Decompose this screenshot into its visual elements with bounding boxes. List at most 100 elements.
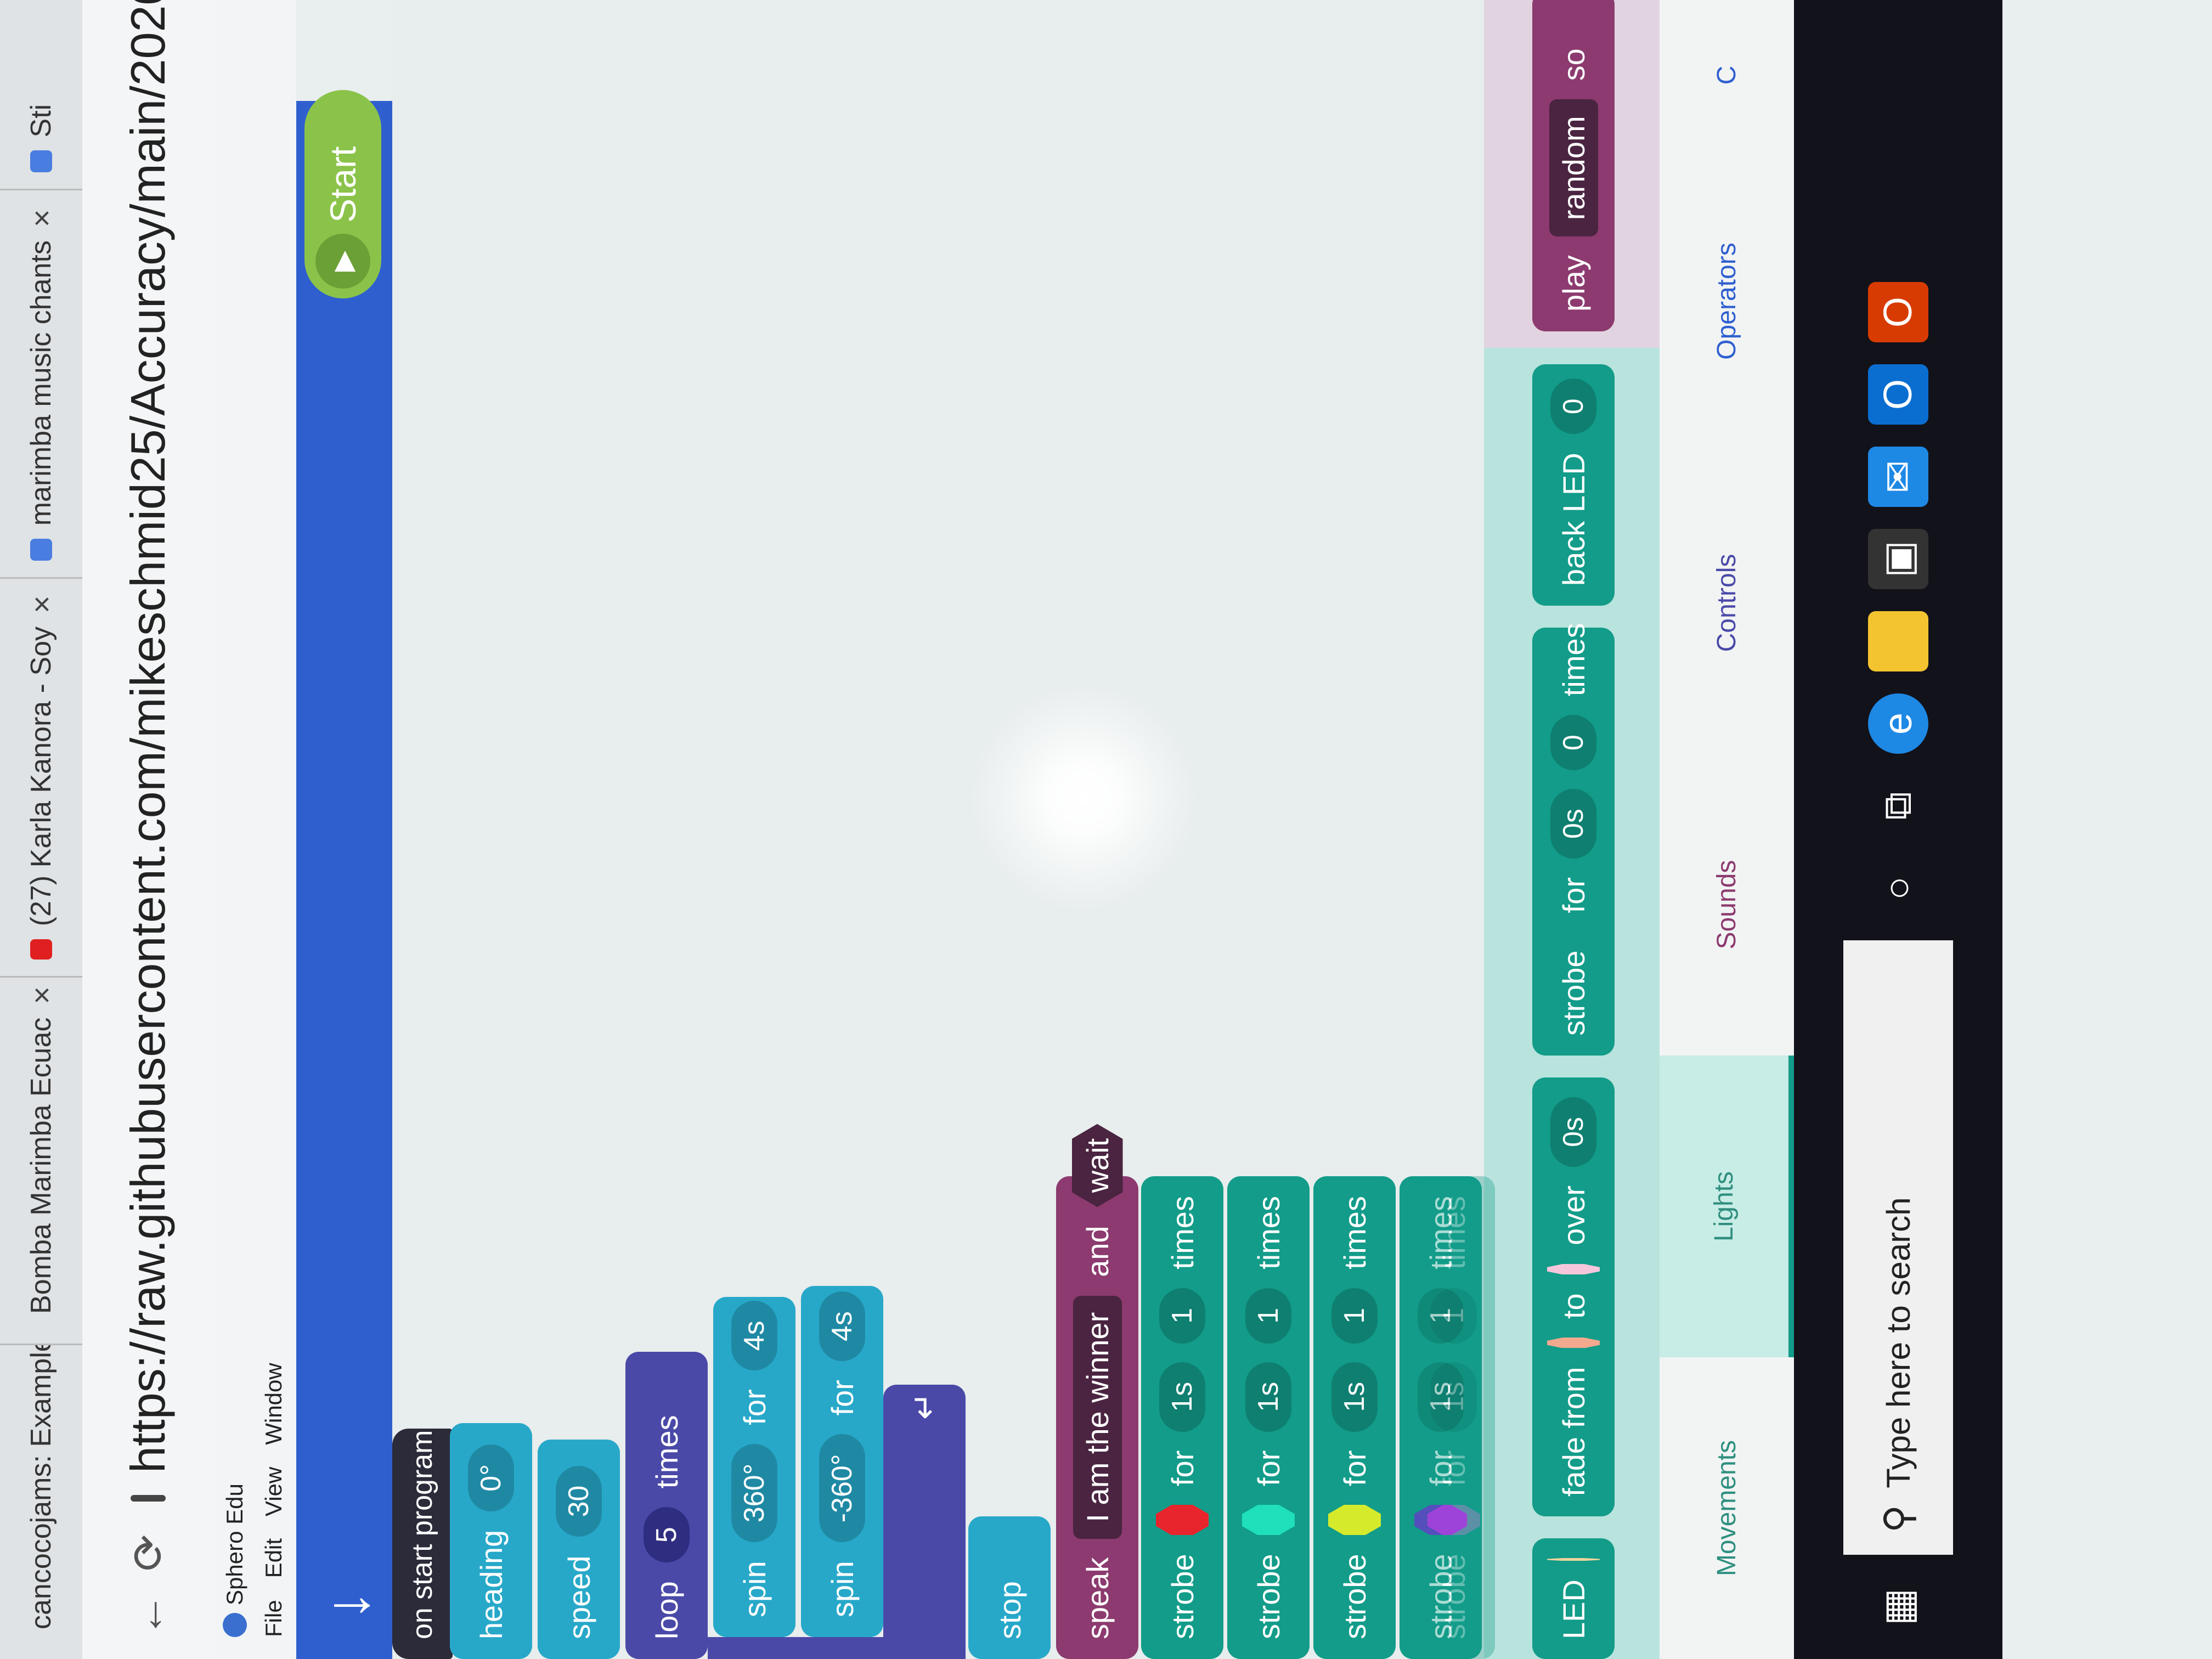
start-label: Start	[323, 146, 363, 223]
file-explorer-icon[interactable]	[1868, 611, 1928, 672]
heading-block[interactable]: heading 0°	[450, 1423, 532, 1659]
heading-value[interactable]: 0°	[468, 1444, 514, 1511]
fade-from-swatch[interactable]	[1547, 1338, 1600, 1348]
strobe-color-swatch[interactable]	[1427, 1505, 1480, 1535]
menu-edit[interactable]: Edit	[261, 1538, 287, 1578]
tab-more[interactable]: C	[1660, 0, 1794, 150]
tab-controls[interactable]: Controls	[1660, 452, 1794, 754]
browser-tab[interactable]: Sti	[0, 0, 82, 189]
tab-movements[interactable]: Movements	[1660, 1357, 1794, 1659]
spin-label: spin	[825, 1561, 860, 1617]
outlook-icon[interactable]: O	[1868, 364, 1928, 425]
strobe-palette-block[interactable]: strobe for 0s 0 times	[1532, 623, 1615, 1056]
tab-close-icon[interactable]: ×	[24, 209, 59, 227]
browser-tab[interactable]: marimba music chants ×	[0, 189, 82, 578]
menu-file[interactable]: File	[261, 1600, 287, 1637]
tab-label: (27) Karla Kanora - Soy	[25, 626, 57, 927]
tab-close-icon[interactable]: ×	[24, 595, 59, 613]
strobe-label: strobe	[1337, 1554, 1372, 1639]
strobe-for-label: for	[1251, 1450, 1286, 1486]
office-icon[interactable]: O	[1868, 282, 1928, 342]
browser-tab[interactable]: cancocojams: Example ×	[0, 1343, 82, 1659]
speak-and-label: and	[1080, 1226, 1115, 1277]
strobe-color-swatch[interactable]	[1328, 1505, 1381, 1535]
strobe-unit: times	[1251, 1196, 1286, 1269]
spin-angle[interactable]: -360°	[819, 1434, 865, 1543]
strobe-block[interactable]: strobe for 1s 1 times	[1141, 1176, 1223, 1659]
back-arrow-icon[interactable]: ↓	[313, 1590, 382, 1621]
fade-duration[interactable]: 0s	[1550, 1097, 1596, 1167]
menu-window[interactable]: Window	[261, 1363, 287, 1444]
app-header: ↓ ▶ Start	[296, 90, 392, 1659]
menu-view[interactable]: View	[261, 1467, 287, 1516]
tab-favicon-icon	[30, 539, 52, 561]
stop-block[interactable]: stop	[968, 1516, 1051, 1659]
tab-lights[interactable]: Lights	[1660, 1056, 1794, 1357]
spin-duration[interactable]: 4s	[819, 1291, 865, 1362]
browser-tab[interactable]: Bomba Marimba Ecuac ×	[0, 976, 82, 1344]
spin-label: spin	[737, 1561, 772, 1617]
play-icon: ▶	[315, 234, 370, 289]
strobe-block[interactable]: strobe for 1s 1 times	[1313, 1176, 1396, 1659]
strobe-count[interactable]: 1	[1245, 1288, 1291, 1344]
speed-value[interactable]: 30	[556, 1465, 602, 1537]
tab-operators-label: Operators	[1712, 242, 1741, 360]
back-led-label: back LED	[1556, 453, 1591, 586]
reload-icon[interactable]: ⟳	[123, 1534, 174, 1571]
speed-block[interactable]: speed 30	[538, 1440, 620, 1659]
speak-block[interactable]: speak I am the winner and wait	[1056, 1176, 1138, 1659]
store-icon[interactable]: ▣	[1868, 529, 1928, 589]
strobe-count[interactable]: 1	[1159, 1288, 1205, 1344]
tab-close-icon[interactable]: ×	[24, 986, 59, 1005]
strobe-color-swatch[interactable]	[1156, 1505, 1209, 1535]
back-led-block[interactable]: back LED 0	[1532, 364, 1615, 606]
spin-block[interactable]: spin 360° for 4s	[713, 1297, 795, 1637]
url-field[interactable]: https://raw.githubusercontent.com/mikesc…	[120, 0, 176, 1473]
strobe-color-swatch[interactable]	[1242, 1505, 1295, 1535]
play-sound-block[interactable]: play random so	[1532, 0, 1615, 331]
play-extra-label: so	[1556, 48, 1591, 81]
back-arrow-icon[interactable]: ←	[123, 1593, 173, 1637]
start-button[interactable]: ▶ Start	[304, 90, 381, 298]
fade-block[interactable]: fade from to over 0s	[1532, 1077, 1615, 1516]
strobe-duration[interactable]: 1s	[1331, 1362, 1378, 1432]
tab-sounds[interactable]: Sounds	[1660, 754, 1794, 1056]
strobe-count[interactable]: 1	[1431, 1288, 1477, 1344]
strobe-count[interactable]: 1	[1331, 1288, 1378, 1344]
windows-start-icon[interactable]: ▦	[1868, 1577, 1928, 1637]
strobe-duration[interactable]: 1s	[1245, 1362, 1291, 1432]
fade-to-swatch[interactable]	[1547, 1264, 1600, 1274]
loop-end-block: ↵	[883, 1385, 966, 1659]
strobe-duration[interactable]: 1s	[1159, 1362, 1205, 1432]
led-color-swatch[interactable]	[1547, 1558, 1600, 1561]
strobe-duration[interactable]: 1s	[1431, 1362, 1477, 1432]
strobe-block[interactable]: strobe for 1s 1 times	[1227, 1176, 1310, 1659]
tab-operators[interactable]: Operators	[1660, 150, 1794, 452]
strobe-count[interactable]: 0	[1550, 715, 1596, 771]
strobe-for-label: for	[1556, 877, 1591, 913]
fade-over-label: over	[1556, 1185, 1591, 1245]
play-sound-value[interactable]: random	[1549, 99, 1598, 237]
on-start-block[interactable]: on start program	[392, 1429, 453, 1659]
mail-icon[interactable]: ✉	[1868, 447, 1928, 507]
strobe-block-dragging[interactable]: strobe for 1s 1 times	[1413, 1176, 1495, 1659]
screen-glare	[968, 682, 1199, 913]
led-block[interactable]: LED	[1532, 1538, 1615, 1659]
edge-icon[interactable]: e	[1868, 693, 1928, 754]
program-canvas[interactable]: on start program heading 0° speed 30 loo…	[392, 0, 1484, 1659]
taskbar-search-box[interactable]: ⚲ Type here to search	[1843, 940, 1953, 1555]
cortana-icon[interactable]: ○	[1868, 858, 1928, 918]
speak-text-value[interactable]: I am the winner	[1073, 1295, 1122, 1539]
strobe-duration[interactable]: 0s	[1550, 789, 1596, 859]
spin-block[interactable]: spin -360° for 4s	[801, 1286, 883, 1637]
browser-tab[interactable]: (27) Karla Kanora - Soy ×	[0, 577, 82, 977]
loop-block[interactable]: loop 5 times	[625, 1352, 708, 1659]
back-led-value[interactable]: 0	[1550, 379, 1596, 435]
task-view-icon[interactable]: ⧉	[1868, 776, 1928, 836]
spin-duration[interactable]: 4s	[731, 1301, 777, 1371]
speak-wait-value[interactable]: wait	[1072, 1124, 1123, 1207]
tab-controls-label: Controls	[1712, 554, 1741, 652]
spin-angle[interactable]: 360°	[731, 1443, 777, 1543]
loop-count[interactable]: 5	[644, 1507, 690, 1563]
app-menu-bar: Sphero Edu File Edit View Window	[214, 0, 296, 1659]
